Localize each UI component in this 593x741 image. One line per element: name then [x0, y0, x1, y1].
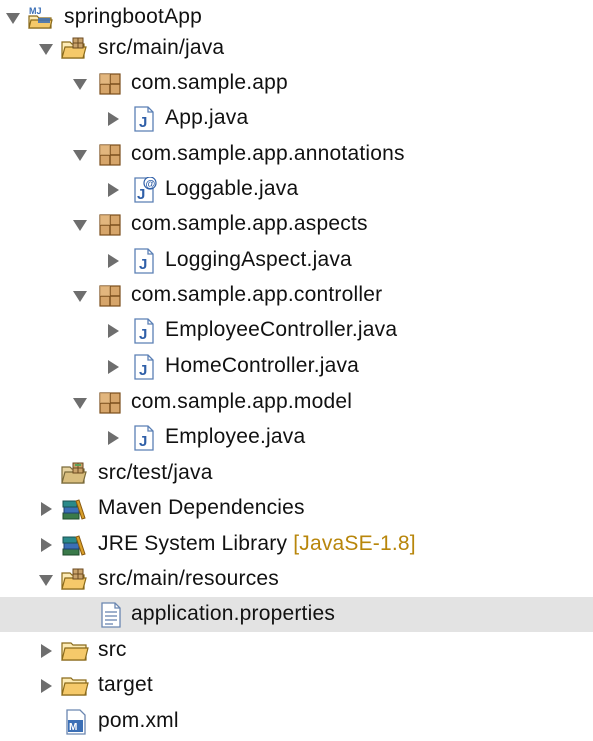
tree-item-employeecontroller-java[interactable]: J EmployeeController.java — [0, 313, 593, 348]
tree-item-label: com.sample.app.annotations — [131, 142, 405, 165]
package-icon — [97, 71, 123, 97]
expanded-arrow-icon[interactable] — [4, 9, 22, 27]
tree-item-src[interactable]: src — [0, 633, 593, 668]
expanded-arrow-icon[interactable] — [71, 394, 89, 412]
tree-item-label: application.properties — [131, 602, 336, 625]
tree-item-label: com.sample.app.aspects — [131, 212, 368, 235]
java-annotation-file-icon: J @ — [131, 177, 157, 203]
tree-item-label: src/main/java — [98, 36, 225, 59]
tree-item-application-properties[interactable]: application.properties — [0, 597, 593, 632]
tree-item-src-main-resources[interactable]: src/main/resources — [0, 562, 593, 597]
package-icon — [97, 283, 123, 309]
tree-item-employee-java[interactable]: J Employee.java — [0, 420, 593, 455]
collapsed-arrow-icon[interactable] — [104, 252, 122, 270]
tree-item-package-com-sample-app[interactable]: com.sample.app — [0, 66, 593, 101]
tree-item-label: com.sample.app — [131, 71, 288, 94]
expanded-arrow-icon[interactable] — [37, 571, 55, 589]
maven-pom-file-icon: M — [64, 709, 90, 735]
package-icon — [97, 390, 123, 416]
tree-item-target[interactable]: target — [0, 668, 593, 703]
java-file-icon: J — [131, 425, 157, 451]
properties-file-icon — [98, 602, 124, 628]
tree-item-loggingaspect-java[interactable]: J LoggingAspect.java — [0, 243, 593, 278]
svg-text:J: J — [139, 433, 147, 450]
tree-item-label: pom.xml — [98, 709, 179, 732]
expanded-arrow-icon[interactable] — [71, 75, 89, 93]
svg-text:J: J — [137, 186, 145, 203]
svg-text:@: @ — [146, 179, 156, 190]
expanded-arrow-icon[interactable] — [71, 216, 89, 234]
collapsed-arrow-icon[interactable] — [104, 429, 122, 447]
tree-item-label: App.java — [165, 106, 249, 129]
tree-item-label: src — [98, 638, 127, 661]
tree-item-label: src/test/java — [98, 461, 213, 484]
library-icon — [61, 532, 87, 558]
source-folder-icon — [61, 567, 87, 593]
tree-item-label: Loggable.java — [165, 177, 299, 200]
tree-item-package-controller[interactable]: com.sample.app.controller — [0, 278, 593, 313]
collapsed-arrow-icon[interactable] — [37, 677, 55, 695]
tree-item-package-annotations[interactable]: com.sample.app.annotations — [0, 137, 593, 172]
tree-item-maven-dependencies[interactable]: Maven Dependencies — [0, 491, 593, 526]
tree-item-springbootapp[interactable]: MJ springbootApp — [0, 0, 593, 35]
java-file-icon: J — [131, 106, 157, 132]
tree-item-label: Maven Dependencies — [98, 496, 305, 519]
tree-item-label: com.sample.app.model — [131, 390, 353, 413]
tree-item-jre-system-library[interactable]: JRE System Library [JavaSE-1.8] — [0, 527, 593, 562]
tree-item-package-aspects[interactable]: com.sample.app.aspects — [0, 207, 593, 242]
collapsed-arrow-icon[interactable] — [37, 642, 55, 660]
collapsed-arrow-icon[interactable] — [104, 110, 122, 128]
expanded-arrow-icon[interactable] — [71, 146, 89, 164]
tree-item-src-test-java[interactable]: src/test/java — [0, 456, 593, 491]
jre-version-decoration: [JavaSE-1.8] — [293, 532, 416, 555]
package-icon — [97, 212, 123, 238]
tree-item-homecontroller-java[interactable]: J HomeController.java — [0, 349, 593, 384]
library-icon — [61, 496, 87, 522]
collapsed-arrow-icon[interactable] — [104, 181, 122, 199]
source-folder-icon — [61, 36, 87, 62]
tree-item-pom-xml[interactable]: M pom.xml — [0, 704, 593, 739]
svg-text:M: M — [69, 722, 77, 733]
java-file-icon: J — [131, 248, 157, 274]
folder-icon — [61, 638, 89, 664]
tree-item-package-model[interactable]: com.sample.app.model — [0, 385, 593, 420]
tree-item-label: EmployeeController.java — [165, 318, 398, 341]
maven-project-icon: MJ — [28, 5, 54, 31]
tree-item-label: HomeController.java — [165, 354, 360, 377]
source-folder-icon — [61, 461, 87, 487]
svg-text:J: J — [139, 326, 147, 343]
folder-icon — [61, 673, 89, 699]
collapsed-arrow-icon[interactable] — [37, 536, 55, 554]
tree-item-label: src/main/resources — [98, 567, 279, 590]
expanded-arrow-icon[interactable] — [37, 40, 55, 58]
tree-item-label-group: JRE System Library [JavaSE-1.8] — [98, 532, 416, 556]
tree-item-label: Employee.java — [165, 425, 306, 448]
java-file-icon: J — [131, 354, 157, 380]
svg-text:J: J — [139, 362, 147, 379]
collapsed-arrow-icon[interactable] — [104, 358, 122, 376]
java-file-icon: J — [131, 318, 157, 344]
tree-item-label: target — [98, 673, 153, 696]
tree-item-label: JRE System Library — [98, 532, 288, 555]
collapsed-arrow-icon[interactable] — [37, 500, 55, 518]
svg-text:MJ: MJ — [29, 6, 42, 16]
tree-item-src-main-java[interactable]: src/main/java — [0, 31, 593, 66]
project-explorer-tree: MJ springbootApp src/main/java com.sampl… — [0, 0, 593, 741]
tree-item-label: springbootApp — [64, 5, 203, 28]
tree-item-label: LoggingAspect.java — [165, 248, 352, 271]
package-icon — [97, 142, 123, 168]
collapsed-arrow-icon[interactable] — [104, 322, 122, 340]
tree-item-loggable-java[interactable]: J @ Loggable.java — [0, 172, 593, 207]
svg-text:J: J — [139, 256, 147, 273]
tree-item-app-java[interactable]: J App.java — [0, 101, 593, 136]
tree-item-label: com.sample.app.controller — [131, 283, 383, 306]
expanded-arrow-icon[interactable] — [71, 287, 89, 305]
svg-text:J: J — [139, 114, 147, 131]
